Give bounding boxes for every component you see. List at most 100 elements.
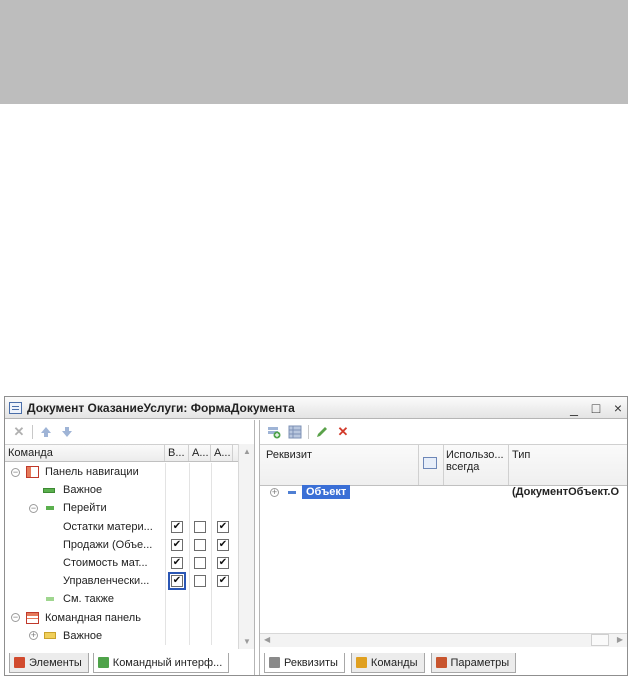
- group-yellow-icon: [44, 632, 56, 640]
- tree-row[interactable]: Управленчески... ✔ ✔: [5, 572, 239, 591]
- attribute-type: (ДокументОбъект.О: [512, 486, 619, 498]
- tree-row-label: Панель навигации: [45, 466, 139, 479]
- checkbox[interactable]: ✔: [217, 520, 229, 533]
- tree-row[interactable]: Остатки матери... ✔ ✔: [5, 518, 239, 536]
- move-up-icon[interactable]: [38, 424, 54, 440]
- form-editor-window: Документ ОказаниеУслуги: ФормаДокумента …: [4, 396, 628, 676]
- column-divider: [443, 445, 444, 485]
- edit-icon[interactable]: [314, 424, 330, 440]
- scroll-left-icon[interactable]: ◀: [264, 635, 270, 644]
- left-tabs: Элементы Командный интерф...: [5, 653, 230, 673]
- tree-row-label: Стоимость мат...: [63, 557, 148, 570]
- collapse-icon[interactable]: −: [11, 613, 20, 623]
- tree-row[interactable]: См. также: [5, 590, 239, 608]
- commands-icon: [355, 657, 367, 668]
- checkbox[interactable]: ✔: [217, 538, 229, 551]
- minimize-icon[interactable]: _: [567, 399, 581, 417]
- tree-row-label: Перейти: [63, 502, 107, 515]
- tree-row[interactable]: Важное: [5, 481, 239, 499]
- toolbar-separator: [32, 425, 33, 439]
- column-header-b[interactable]: В...: [165, 445, 189, 461]
- tab-command-interface[interactable]: Командный интерф...: [92, 653, 230, 673]
- checkbox[interactable]: [194, 575, 206, 588]
- scroll-up-icon[interactable]: ▲: [243, 447, 251, 456]
- visible-checkbox-selected[interactable]: ✔: [168, 572, 186, 591]
- column-divider: [508, 445, 509, 485]
- tree-row[interactable]: + Важное: [5, 627, 239, 645]
- tab-attributes[interactable]: Реквизиты: [264, 653, 345, 673]
- close-icon[interactable]: ×: [611, 399, 625, 417]
- attributes-icon: [269, 657, 280, 668]
- tree-row-label: Важное: [63, 629, 103, 642]
- commands-tree: − Панель навигации Важное − Перейти Оста…: [5, 463, 239, 645]
- tab-elements[interactable]: Элементы: [9, 653, 89, 673]
- tab-commands[interactable]: Команды: [350, 653, 425, 673]
- column-header-use-always[interactable]: Использо... всегда: [446, 449, 508, 473]
- attribute-icon: [288, 491, 296, 494]
- tree-row-label: См. также: [63, 593, 114, 606]
- commands-table-header: Команда В... А... А...: [5, 444, 239, 462]
- group-light-icon: [46, 597, 54, 602]
- attribute-name-selected[interactable]: Объект: [302, 485, 351, 499]
- parameters-icon: [435, 657, 447, 668]
- toolbar-separator: [308, 425, 309, 439]
- move-down-icon[interactable]: [59, 424, 75, 440]
- checkbox[interactable]: ✔: [217, 575, 229, 588]
- visible-checkbox[interactable]: ✔: [171, 557, 183, 570]
- table-icon: [423, 457, 437, 469]
- checkbox[interactable]: ✔: [217, 557, 229, 570]
- tab-label: Командный интерф...: [112, 656, 223, 669]
- tab-label: Команды: [370, 656, 418, 669]
- top-gray-band: [0, 0, 628, 104]
- scroll-right-icon[interactable]: ▶: [617, 635, 623, 644]
- nav-panel-icon: [26, 466, 39, 479]
- window-controls: _ □ ×: [567, 399, 625, 417]
- table-row[interactable]: + Объект (ДокументОбъект.О: [260, 484, 627, 502]
- column-divider: [418, 445, 419, 485]
- visible-checkbox[interactable]: ✔: [171, 520, 183, 533]
- expand-icon[interactable]: +: [270, 488, 279, 497]
- tree-row-label: Командная панель: [45, 611, 141, 624]
- column-header-command[interactable]: Команда: [5, 445, 165, 461]
- window-title: Документ ОказаниеУслуги: ФормаДокумента: [27, 400, 295, 415]
- title-bar[interactable]: Документ ОказаниеУслуги: ФормаДокумента …: [5, 397, 627, 419]
- delete-icon[interactable]: ✕: [335, 424, 351, 440]
- checkbox[interactable]: [194, 520, 206, 533]
- collapse-icon[interactable]: −: [11, 467, 20, 477]
- tree-row[interactable]: − Командная панель: [5, 609, 239, 627]
- column-header-a1[interactable]: А...: [189, 445, 211, 461]
- tree-row-label: Продажи (Объе...: [63, 538, 153, 551]
- add-table-icon[interactable]: [287, 424, 303, 440]
- tree-row-label: Управленчески...: [63, 575, 150, 588]
- scroll-thumb[interactable]: [591, 634, 609, 646]
- tab-label: Элементы: [29, 656, 82, 669]
- tree-row[interactable]: − Панель навигации: [5, 463, 239, 481]
- expand-icon[interactable]: +: [29, 631, 38, 641]
- collapse-icon[interactable]: −: [29, 503, 38, 513]
- scroll-down-icon[interactable]: ▼: [243, 637, 251, 646]
- left-vertical-scrollbar[interactable]: ▲ ▼: [238, 444, 254, 649]
- commands-panel: ✕ Команда В... А... А... ▲ ▼ − Панель на…: [5, 420, 255, 675]
- attributes-panel: ✕ Реквизит Использо... всегда Тип + Объе…: [259, 420, 627, 675]
- tree-row[interactable]: Стоимость мат... ✔ ✔: [5, 554, 239, 572]
- checkbox[interactable]: [194, 557, 206, 570]
- right-tabs: Реквизиты Команды Параметры: [264, 653, 517, 673]
- group-green-icon: [43, 487, 55, 493]
- left-toolbar: ✕: [5, 420, 254, 444]
- tree-row[interactable]: − Перейти: [5, 499, 239, 517]
- add-attribute-icon[interactable]: [266, 424, 282, 440]
- horizontal-scrollbar[interactable]: ◀ ▶: [260, 633, 627, 647]
- tree-row[interactable]: Продажи (Объе... ✔ ✔: [5, 536, 239, 554]
- maximize-icon[interactable]: □: [589, 399, 603, 417]
- tree-row-label: Важное: [63, 484, 103, 497]
- tab-label: Параметры: [450, 656, 510, 669]
- tree-row-label: Остатки матери...: [63, 520, 153, 533]
- column-header-a2[interactable]: А...: [211, 445, 233, 461]
- delete-icon[interactable]: ✕: [11, 424, 27, 440]
- visible-checkbox[interactable]: ✔: [171, 538, 183, 551]
- form-icon: [9, 401, 22, 414]
- column-header-type[interactable]: Тип: [512, 449, 530, 461]
- column-header-attribute[interactable]: Реквизит: [266, 449, 312, 461]
- checkbox[interactable]: [194, 538, 206, 551]
- tab-parameters[interactable]: Параметры: [430, 653, 517, 673]
